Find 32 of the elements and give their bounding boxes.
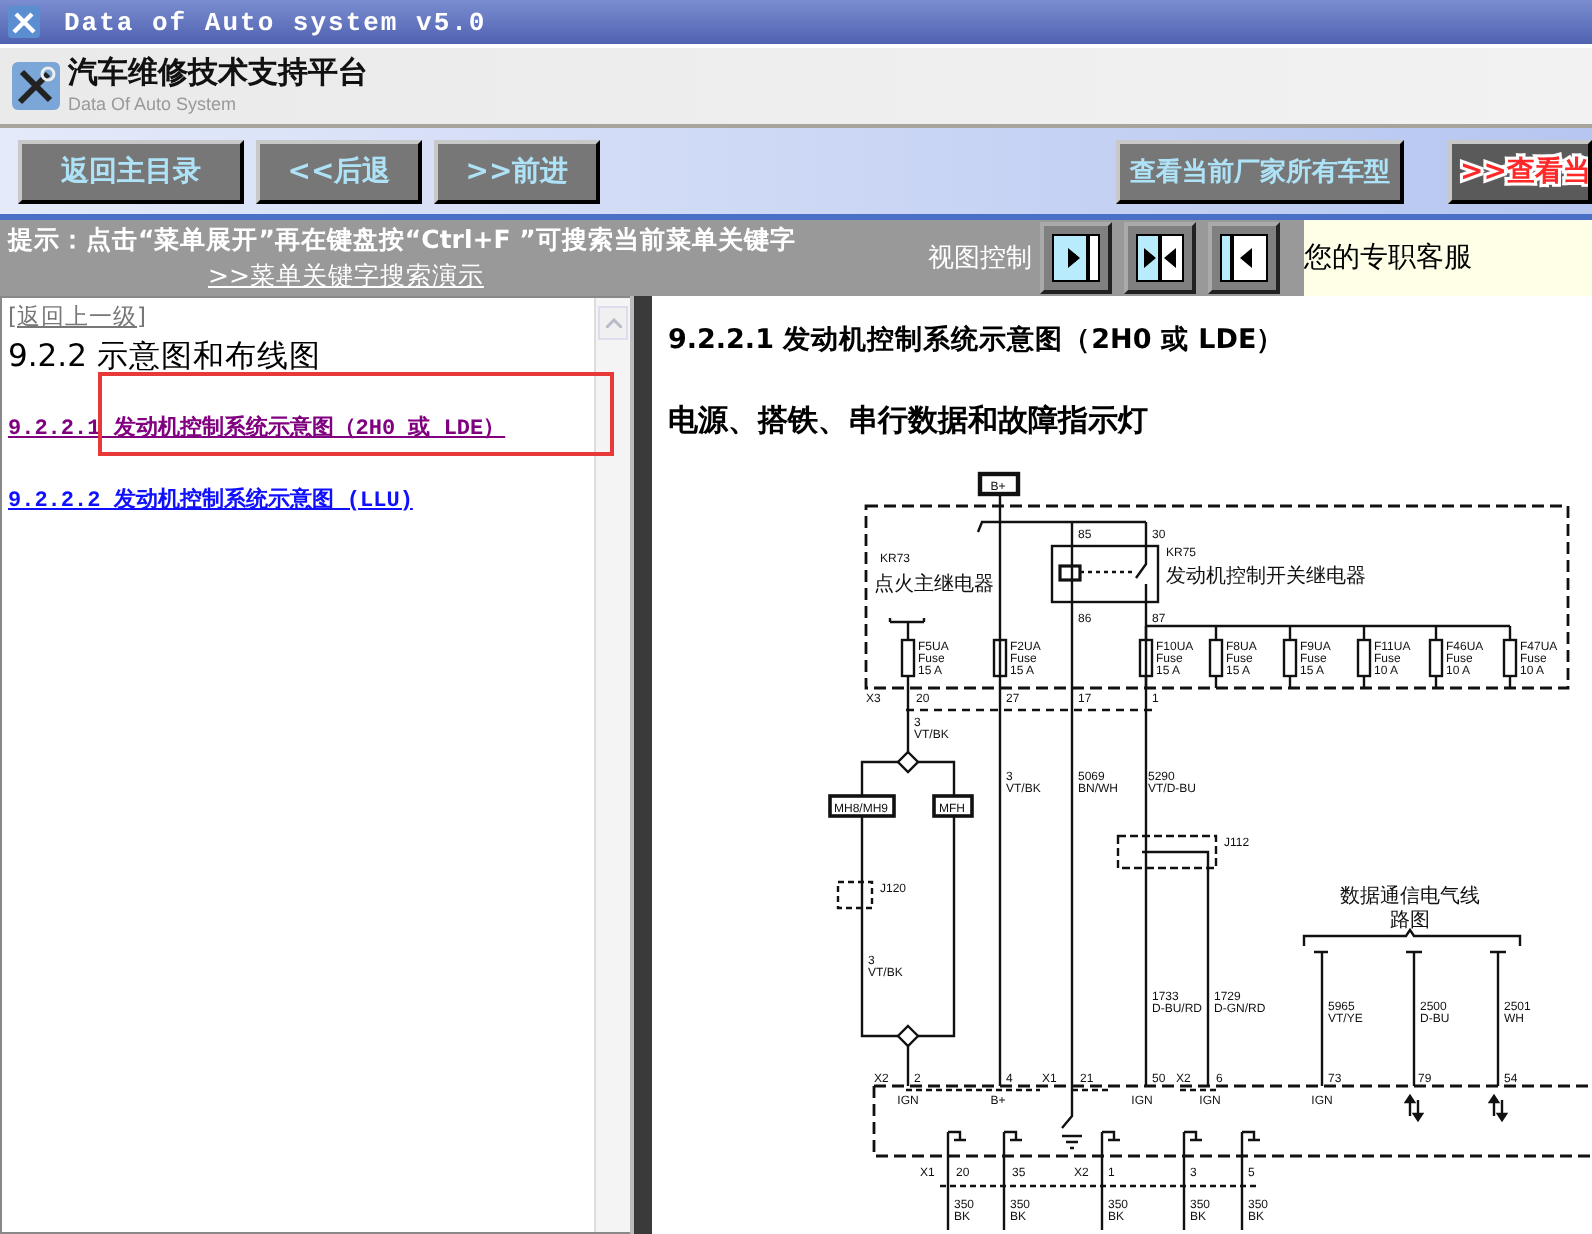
diagram-title: 9.2.2.1 发动机控制系统示意图（2H0 或 LDE） [666,322,1287,360]
diagram-label: 路图 [1390,910,1430,932]
scrollbar[interactable] [594,298,630,1232]
search-demo-link[interactable]: >>菜单关键字搜索演示 [208,258,920,294]
back-link[interactable]: [返回上一级] [8,302,146,332]
bidirectional-arrow-icon [1403,1093,1425,1123]
caret-up-icon [605,318,621,328]
nav-button[interactable]: 返回主目录 [18,139,244,203]
menu-link[interactable]: 9.2.2.1 发动机控制系统示意图（2H0 或 LDE） [8,411,506,441]
view-button[interactable] [1208,222,1280,294]
diagram-label: 点火主继电器 [874,574,994,596]
diagram-label: 数据通信电气线 [1340,886,1480,908]
models-button[interactable]: 查看当前厂家所有车型 [1116,139,1404,203]
service-label: 您的专职客服 [1304,240,1472,276]
section-heading: 9.2.2 示意图和布线图 [8,336,321,378]
app-title: 汽车维修技术支持平台 [68,58,368,88]
collapse-arrows-icon [1136,234,1184,282]
bidirectional-arrow-icon [1487,1093,1509,1123]
nav-button[interactable]: <<后退 [256,139,422,203]
diagram-label: 发动机控制开关继电器 [1166,566,1366,588]
view-button[interactable] [1124,222,1196,294]
hint-text: 提示：点击“菜单展开”再在键盘按“Ctrl+F ”可搜索当前菜单关键字 [8,222,798,258]
splitter[interactable] [630,296,652,1234]
menu-link[interactable]: 9.2.2.2 发动机控制系统示意图 (LLU) [8,483,413,513]
app-subtitle: Data Of Auto System [68,94,239,114]
nav-button[interactable]: >>前进 [434,139,600,203]
window-title: Data of Auto system v5.0 [64,7,487,37]
view-control-label: 视图控制 [928,242,1032,276]
models-button[interactable]: >>查看当 [1448,139,1592,203]
view-button[interactable] [1040,222,1112,294]
diagram-subtitle: 电源、搭铁、串行数据和故障指示灯 [666,400,1150,440]
tools-logo-icon [12,62,60,110]
